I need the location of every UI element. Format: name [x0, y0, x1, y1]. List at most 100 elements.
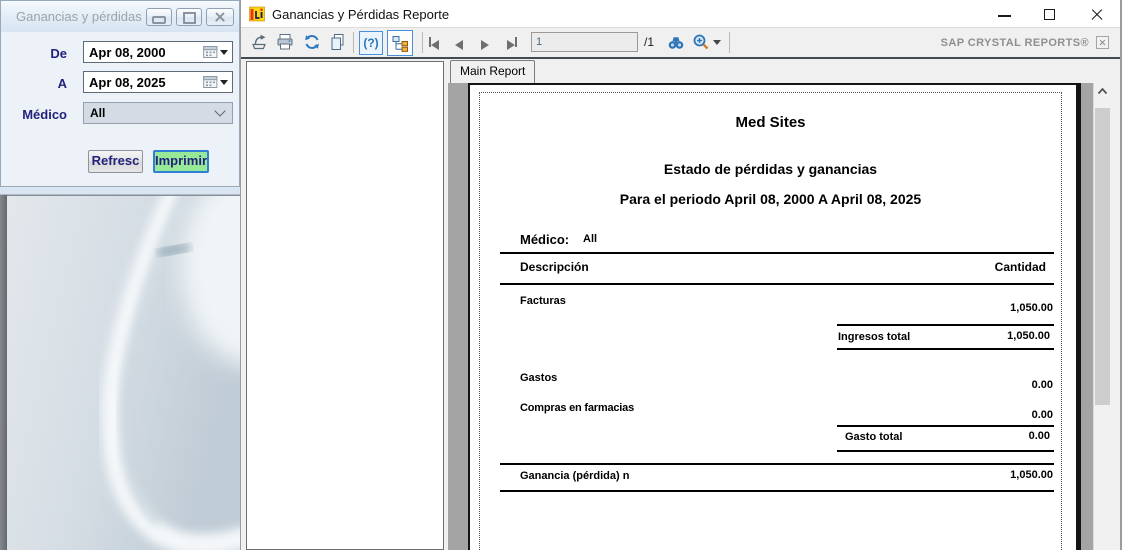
toolbar-separator [353, 32, 354, 53]
crystal-reports-app-icon [249, 6, 265, 22]
window-minimize-button[interactable] [997, 7, 1013, 23]
medical-photo-image [0, 196, 240, 550]
row-gasto-total-value: 0.00 [1029, 430, 1050, 442]
row-ingresos-total-label: Ingresos total [838, 331, 910, 343]
subtotal-rule [837, 450, 1054, 452]
first-page-button[interactable] [429, 37, 445, 49]
report-page: Med Sites Estado de pérdidas y ganancias… [468, 83, 1081, 550]
vertical-scrollbar[interactable] [1093, 83, 1111, 550]
row-gastos-label: Gastos [520, 372, 557, 384]
medico-selected-value: All [84, 106, 216, 120]
next-page-button[interactable] [481, 37, 497, 49]
parameter-panel-toggle-button[interactable]: (?) [359, 31, 383, 55]
dialog-titlebar[interactable]: Ganancias y pérdidas [1, 1, 239, 32]
chevron-down-icon [214, 105, 225, 116]
next-page-icon [481, 40, 489, 50]
group-tree-toggle-button[interactable] [387, 30, 413, 56]
window-titlebar[interactable]: Ganancias y Pérdidas Reporte [241, 0, 1120, 28]
to-date-value: Apr 08, 2025 [84, 75, 203, 90]
calendar-icon[interactable] [203, 45, 218, 59]
dialog-maximize-button[interactable] [176, 8, 202, 26]
scrollbar-thumb[interactable] [1095, 108, 1110, 405]
column-header-quantity: Cantidad [995, 260, 1046, 274]
row-gasto-total-label: Gasto total [845, 431, 902, 443]
total-rule [500, 490, 1054, 492]
dropdown-arrow-icon[interactable] [220, 50, 228, 55]
to-date-field[interactable]: Apr 08, 2025 [83, 71, 233, 93]
find-icon[interactable] [667, 33, 685, 51]
screen: Ganancias y pérdidas De Apr 08, 2000 A A… [0, 0, 1122, 550]
total-rule [500, 463, 1054, 465]
from-date-field[interactable]: Apr 08, 2000 [83, 41, 233, 63]
background-photo [0, 195, 240, 550]
report-view-area[interactable]: Med Sites Estado de pérdidas y ganancias… [448, 83, 1111, 550]
print-button[interactable]: Imprimir [153, 150, 209, 173]
report-title: Estado de pérdidas y ganancias [479, 161, 1062, 177]
medico-select[interactable]: All [83, 102, 233, 124]
row-facturas-label: Facturas [520, 295, 566, 307]
row-compras-label: Compras en farmacias [520, 402, 634, 414]
zoom-icon[interactable] [692, 33, 710, 51]
row-ganancia-label: Ganancia (pérdida) n [520, 470, 629, 482]
row-gastos-value: 0.00 [1032, 379, 1053, 391]
previous-page-button[interactable] [455, 37, 471, 49]
scroll-up-button[interactable] [1094, 83, 1111, 100]
photo-left-border [0, 195, 7, 550]
row-ganancia-value: 1,050.00 [1010, 469, 1053, 481]
page-total-label: /1 [644, 35, 654, 49]
subtotal-rule [837, 425, 1054, 427]
subtotal-rule [837, 348, 1054, 350]
dialog-close-button[interactable] [206, 8, 234, 26]
dialog-title: Ganancias y pérdidas [16, 9, 142, 24]
minimize-icon [998, 15, 1011, 17]
toolbar-separator [422, 32, 423, 53]
page-number-input[interactable] [531, 32, 638, 52]
previous-page-icon [455, 40, 463, 50]
refresh-button[interactable]: Refresc [88, 150, 143, 173]
subtotal-rule [837, 324, 1054, 326]
dropdown-arrow-icon[interactable] [220, 80, 228, 85]
from-date-label: De [1, 46, 67, 61]
first-page-icon [431, 40, 439, 50]
close-icon [214, 11, 226, 23]
parameters-dialog: Ganancias y pérdidas De Apr 08, 2000 A A… [0, 0, 240, 187]
report-medico-value: All [583, 233, 597, 245]
copy-icon[interactable] [329, 33, 347, 51]
dialog-frame-strip [0, 187, 240, 195]
window-close-button[interactable] [1089, 7, 1105, 23]
report-rule [500, 283, 1054, 285]
refresh-icon[interactable] [303, 33, 321, 51]
row-facturas-value: 1,050.00 [1010, 302, 1053, 314]
minimize-icon [152, 16, 166, 24]
help-glyph: (?) [363, 36, 378, 50]
viewer-toolbar: (?) SAP CRYSTAL REPORTS® [241, 28, 1120, 59]
group-tree-icon [392, 35, 409, 52]
group-tree-panel[interactable] [246, 61, 444, 550]
maximize-icon [1044, 9, 1055, 20]
from-date-value: Apr 08, 2000 [84, 45, 203, 60]
viewer-content: Main Report Med Sites Estado de pérdidas… [241, 59, 1120, 550]
zoom-dropdown-caret-icon[interactable] [713, 40, 721, 45]
to-date-label: A [1, 76, 67, 91]
dialog-minimize-button[interactable] [146, 8, 172, 26]
report-company-title: Med Sites [479, 114, 1062, 131]
row-ingresos-total-value: 1,050.00 [1007, 330, 1050, 342]
export-icon[interactable] [250, 33, 268, 51]
maximize-icon [183, 12, 196, 24]
last-page-button[interactable] [507, 37, 523, 49]
sap-crystal-reports-brand: SAP CRYSTAL REPORTS® [941, 37, 1089, 49]
chevron-up-icon [1094, 83, 1111, 100]
window-title: Ganancias y Pérdidas Reporte [272, 7, 449, 22]
calendar-icon[interactable] [203, 75, 218, 89]
toolbar-separator [729, 32, 730, 53]
print-icon[interactable] [276, 33, 294, 51]
report-medico-label: Médico: [520, 232, 569, 247]
row-compras-value: 0.00 [1032, 409, 1053, 421]
brand-dismiss-button[interactable] [1096, 36, 1109, 49]
last-page-icon [507, 40, 515, 50]
report-window: Ganancias y Pérdidas Reporte [240, 0, 1122, 550]
report-rule [500, 252, 1054, 254]
tab-main-report[interactable]: Main Report [450, 60, 535, 83]
window-maximize-button[interactable] [1042, 7, 1058, 23]
column-header-description: Descripción [520, 260, 589, 274]
